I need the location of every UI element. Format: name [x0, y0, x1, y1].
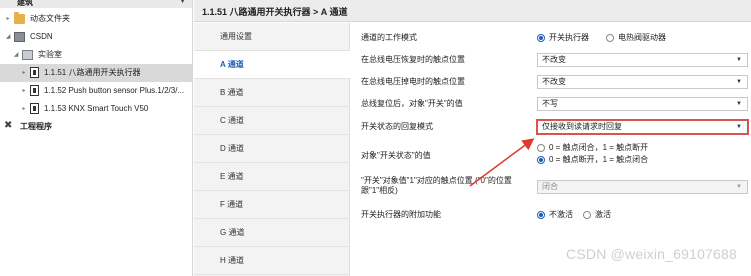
expand-icon[interactable]: ▸ [20, 64, 28, 82]
tab-channel-a[interactable]: A 通道 [194, 51, 351, 79]
radio-contact-open[interactable] [537, 156, 545, 164]
folder-icon [14, 12, 25, 24]
tree-item-dynamic-folder[interactable]: ▸ 动态文件夹 [0, 10, 192, 28]
param-row-reply-mode: 开关状态的回复模式 仅接收到读请求时回复 ▼ [351, 119, 751, 135]
select-value: 闭合 [542, 182, 558, 191]
tree-item-device-1-1-51[interactable]: ▸ 1.1.51 八路通用开关执行器 [0, 64, 192, 82]
radio-label: 电热阀驱动器 [618, 33, 666, 42]
radio-label: 开关执行器 [549, 33, 589, 42]
device-icon [30, 85, 39, 96]
parameter-panel: 通道的工作模式 开关执行器 电热阀驱动器 在总线电压恢复时的触点位置 不改变 ▼… [351, 23, 751, 276]
radio-switch-actuator[interactable] [537, 34, 545, 42]
tree-item-label: 实验室 [38, 50, 62, 59]
param-label: 在总线电压恢复时的触点位置 [361, 55, 465, 64]
param-row-status-value: 对象"开关状态"的值 0 = 触点闭合，1 = 触点断开 0 = 触点断开，1 … [351, 142, 751, 168]
project-tree: 建筑 ▼ ▸ 动态文件夹 ◢ CSDN ◢ 实验室 ▸ 1.1.51 八路通用开… [0, 0, 193, 276]
bus-fail-select[interactable]: 不改变 ▼ [537, 75, 748, 89]
tree-item-lab[interactable]: ◢ 实验室 [0, 46, 192, 64]
radio-label: 不激活 [549, 210, 573, 219]
expand-icon[interactable]: ▸ [4, 10, 12, 28]
param-row-mode: 通道的工作模式 开关执行器 电热阀驱动器 [351, 31, 751, 45]
param-label: 在总线电压掉电时的触点位置 [361, 77, 465, 86]
expand-icon[interactable]: ▸ [20, 82, 28, 100]
param-row-after-reset: 总线复位后，对象"开关"的值 不写 ▼ [351, 97, 751, 111]
param-label: 开关状态的回复模式 [361, 122, 433, 131]
bus-recover-select[interactable]: 不改变 ▼ [537, 53, 748, 67]
collapse-icon[interactable]: ◢ [4, 28, 12, 46]
tree-header[interactable]: 建筑 ▼ [0, 0, 192, 8]
radio-contact-closed[interactable] [537, 144, 545, 152]
chevron-down-icon: ▼ [736, 124, 742, 130]
tree-item-label: 动态文件夹 [30, 14, 70, 23]
select-value: 不改变 [542, 55, 566, 64]
chevron-down-icon: ▼ [736, 184, 742, 190]
select-value: 不写 [542, 99, 558, 108]
expand-icon[interactable]: ▸ [20, 100, 28, 118]
radio-label: 0 = 触点闭合，1 = 触点断开 [549, 143, 649, 152]
tab-channel-g[interactable]: G 通道 [194, 219, 350, 247]
tab-channel-e[interactable]: E 通道 [194, 163, 350, 191]
param-label: 开关执行器的附加功能 [361, 210, 441, 219]
tab-channel-d[interactable]: D 通道 [194, 135, 350, 163]
tools-icon: ✖ [4, 120, 13, 131]
app-window: 建筑 ▼ ▸ 动态文件夹 ◢ CSDN ◢ 实验室 ▸ 1.1.51 八路通用开… [0, 0, 751, 276]
tab-channel-h[interactable]: H 通道 [194, 247, 350, 275]
reply-mode-select[interactable]: 仅接收到读请求时回复 ▼ [536, 119, 749, 135]
tree-item-project-program[interactable]: ✖ 工程程序 [0, 118, 192, 136]
param-row-contact-position: "开关"对象值"1"对应的触点位置 ("0"的位置跟"1"相反) 闭合 ▼ [351, 176, 751, 198]
building-icon [14, 32, 25, 42]
radio-label: 激活 [595, 210, 611, 219]
radio-active[interactable] [583, 211, 591, 219]
room-icon [22, 50, 33, 60]
collapse-icon[interactable]: ◢ [12, 46, 20, 64]
tree-header-label: 建筑 [17, 0, 33, 7]
channel-tabs: 通用设置 A 通道 B 通道 C 通道 D 通道 E 通道 F 通道 G 通道 … [194, 23, 351, 276]
param-row-bus-recover: 在总线电压恢复时的触点位置 不改变 ▼ [351, 53, 751, 67]
tab-channel-f[interactable]: F 通道 [194, 191, 350, 219]
tree-item-device-1-1-53[interactable]: ▸ 1.1.53 KNX Smart Touch V50 [0, 100, 192, 118]
radio-inactive[interactable] [537, 211, 545, 219]
param-label: 总线复位后，对象"开关"的值 [361, 99, 463, 108]
select-value: 不改变 [542, 77, 566, 86]
watermark: CSDN @weixin_69107688 [566, 246, 737, 262]
tree-item-csdn[interactable]: ◢ CSDN [0, 28, 192, 46]
tree-item-label: 1.1.51 八路通用开关执行器 [44, 68, 141, 77]
param-row-extra-function: 开关执行器的附加功能 不激活 激活 [351, 208, 751, 222]
tree-item-label: 1.1.52 Push button sensor Plus.1/2/3/... [44, 86, 185, 95]
chevron-down-icon: ▼ [736, 79, 742, 85]
contact-position-select[interactable]: 闭合 ▼ [537, 180, 748, 194]
tree-item-label: 工程程序 [20, 122, 52, 131]
param-row-bus-fail: 在总线电压掉电时的触点位置 不改变 ▼ [351, 75, 751, 89]
device-icon [30, 103, 39, 114]
tab-channel-c[interactable]: C 通道 [194, 107, 350, 135]
radio-heating-valve[interactable] [606, 34, 614, 42]
chevron-down-icon: ▼ [736, 57, 742, 63]
tree-item-label: 1.1.53 KNX Smart Touch V50 [44, 104, 149, 113]
panel-header: 1.1.51 八路通用开关执行器 > A 通道 [194, 0, 751, 22]
chevron-down-icon[interactable]: ▼ [179, 0, 186, 5]
param-label: 对象"开关状态"的值 [361, 151, 431, 160]
device-icon [30, 67, 39, 78]
tree-item-label: CSDN [30, 32, 53, 41]
tree-item-device-1-1-52[interactable]: ▸ 1.1.52 Push button sensor Plus.1/2/3/.… [0, 82, 192, 100]
chevron-down-icon: ▼ [736, 101, 742, 107]
radio-label: 0 = 触点断开，1 = 触点闭合 [549, 155, 649, 164]
tab-general-settings[interactable]: 通用设置 [194, 23, 350, 51]
select-value: 仅接收到读请求时回复 [542, 122, 622, 131]
param-label: 通道的工作模式 [361, 33, 417, 42]
breadcrumb: 1.1.51 八路通用开关执行器 > A 通道 [202, 7, 348, 17]
param-label: "开关"对象值"1"对应的触点位置 ("0"的位置跟"1"相反) [361, 176, 512, 195]
tab-channel-b[interactable]: B 通道 [194, 79, 350, 107]
after-reset-select[interactable]: 不写 ▼ [537, 97, 748, 111]
